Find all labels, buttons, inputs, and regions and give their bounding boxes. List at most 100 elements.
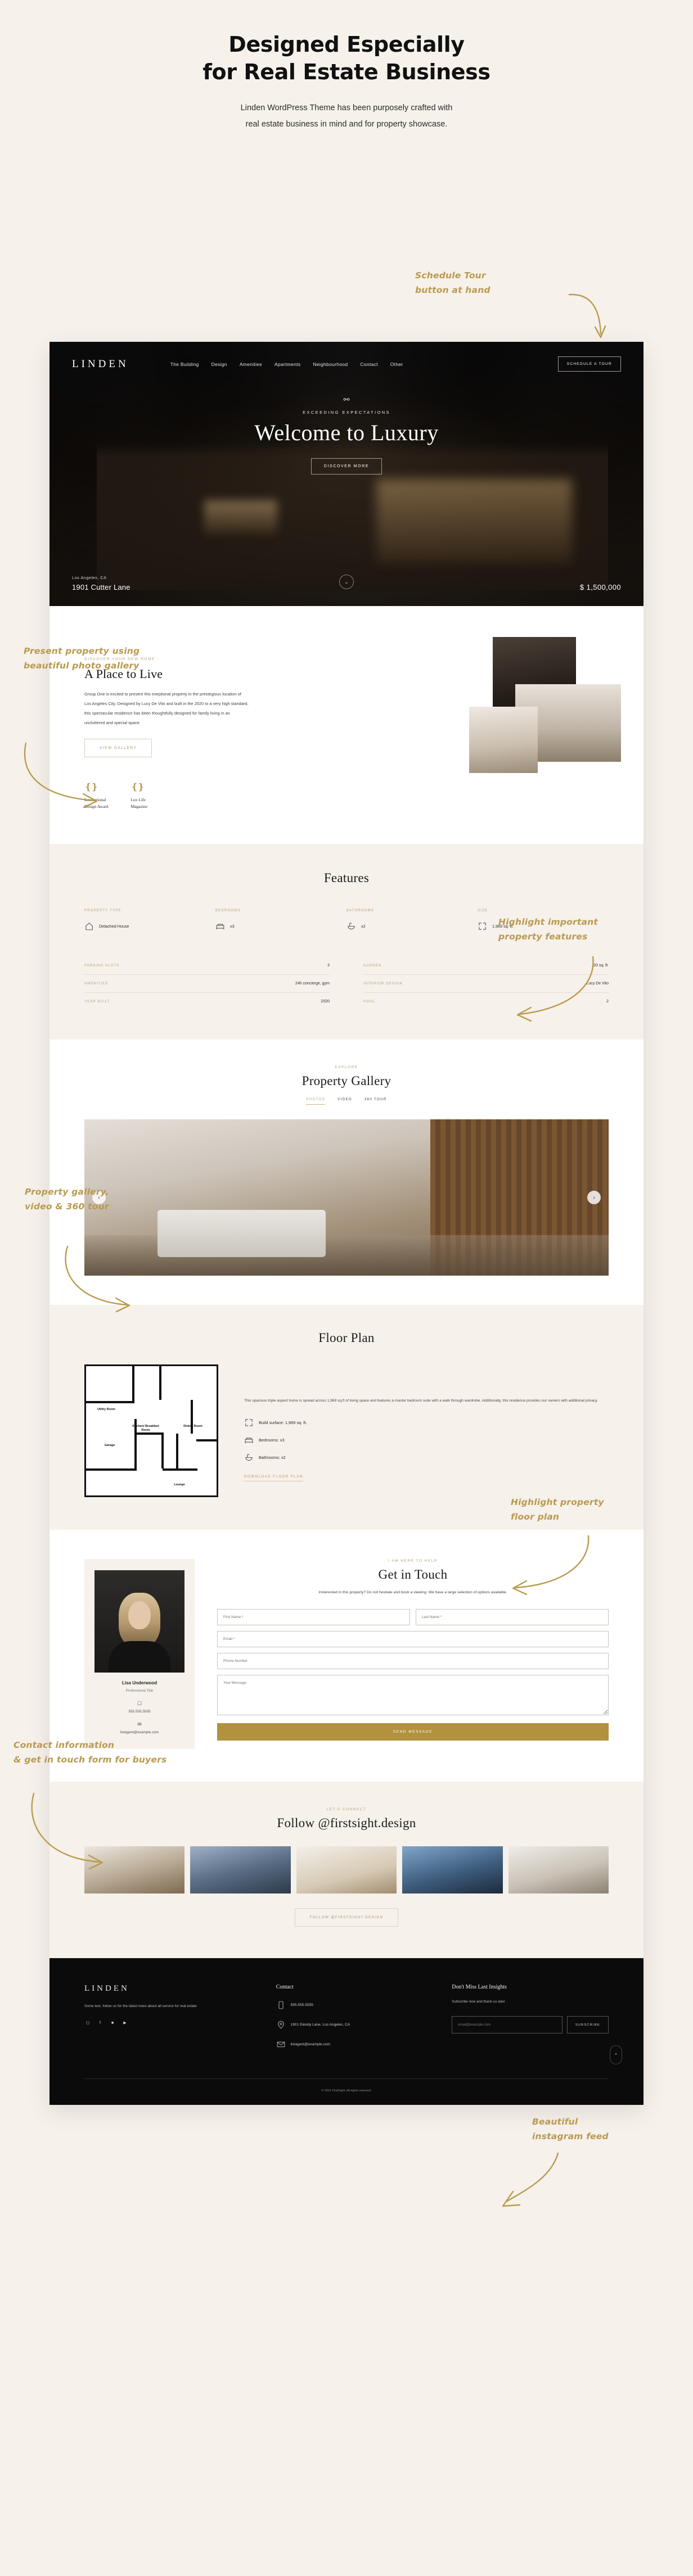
site-logo[interactable]: LINDEN bbox=[72, 358, 129, 370]
features-title: Features bbox=[323, 871, 370, 885]
key-icon: ⚯ bbox=[343, 395, 350, 404]
nav-item-design[interactable]: Design bbox=[212, 361, 227, 367]
floor-plan-title: Floor Plan bbox=[318, 1331, 375, 1345]
feature-label: BEDROOMS bbox=[215, 909, 241, 913]
scroll-down-button[interactable]: ⌄ bbox=[339, 575, 354, 589]
instagram-tile[interactable] bbox=[84, 1846, 185, 1894]
spec-row: POOL 2 bbox=[363, 993, 609, 1010]
newsletter-email-input[interactable] bbox=[452, 2016, 562, 2034]
nav-item-other[interactable]: Other bbox=[390, 361, 403, 367]
footer-newsletter-column: Don't Miss Last Insights Subscribe now a… bbox=[452, 1984, 609, 2049]
feature-label: PROPERTY TYPE bbox=[84, 909, 122, 913]
nav-item-neighbourhood[interactable]: Neighbourhood bbox=[313, 361, 348, 367]
annotation-schedule-tour: Schedule Tour button at hand bbox=[415, 270, 490, 295]
footer-phone-row: 555.555.5555 bbox=[276, 2000, 433, 2010]
nav-item-apartments[interactable]: Apartments bbox=[274, 361, 300, 367]
instagram-feed bbox=[84, 1846, 609, 1894]
contact-title: Get in Touch bbox=[378, 1567, 448, 1582]
subscribe-button[interactable]: SUBSCRIBE bbox=[566, 2016, 609, 2034]
award-name: International Design Award bbox=[84, 797, 109, 810]
agent-card: Lisa Underwood Professional Title ☐ 555.… bbox=[84, 1559, 195, 1750]
tab-360-tour[interactable]: 360 TOUR bbox=[364, 1097, 387, 1105]
nav-item-the-building[interactable]: The Building bbox=[170, 361, 199, 367]
floor-plan-stat-text: Build surface: 1,969 sq. ft. bbox=[259, 1420, 307, 1425]
nav-item-amenities[interactable]: Amenities bbox=[240, 361, 262, 367]
spec-key: AMENITIES bbox=[84, 982, 109, 986]
chevron-down-icon: ⌄ bbox=[344, 579, 349, 585]
send-message-button[interactable]: SEND MESSAGE bbox=[217, 1723, 609, 1741]
footer-logo[interactable]: LINDEN bbox=[84, 1984, 257, 1994]
collage-photo-interior[interactable] bbox=[469, 707, 538, 773]
instagram-icon[interactable]: ◻ bbox=[84, 2019, 91, 2026]
footer-email[interactable]: listagent@example.com bbox=[291, 2042, 330, 2046]
feature-value: x3 bbox=[230, 924, 235, 929]
page-title-line-2: for Real Estate Business bbox=[202, 59, 490, 84]
footer-address-row: 1901 Elendy Lane. Los Angeles, CA bbox=[276, 2020, 433, 2030]
spec-value: Lucy De Vito bbox=[586, 982, 609, 986]
schedule-tour-button[interactable]: SCHEDULE A TOUR bbox=[557, 356, 621, 372]
email-field[interactable] bbox=[217, 1631, 609, 1648]
laurel-icon: ❴❵ bbox=[130, 783, 145, 793]
instagram-tile[interactable] bbox=[296, 1846, 397, 1894]
expand-icon bbox=[479, 923, 486, 930]
back-to-top-button[interactable]: ^ bbox=[610, 2045, 622, 2065]
instagram-tile[interactable] bbox=[190, 1846, 291, 1894]
last-name-field[interactable] bbox=[416, 1609, 609, 1626]
agent-email[interactable]: listagent@example.com bbox=[94, 1730, 184, 1734]
footer-address: 1901 Elendy Lane. Los Angeles, CA bbox=[290, 2023, 350, 2027]
message-field[interactable] bbox=[217, 1675, 609, 1716]
feature-card-bedrooms: BEDROOMS x3 bbox=[215, 909, 346, 931]
footer-email-row: listagent@example.com bbox=[276, 2040, 433, 2049]
bath-icon bbox=[348, 923, 355, 930]
website-mockup: LINDEN The Building Design Amenities Apa… bbox=[50, 342, 644, 2105]
contact-form: SEND MESSAGE bbox=[217, 1609, 609, 1741]
site-footer: LINDEN Some text, follow us for the late… bbox=[50, 1958, 644, 2105]
discover-more-button[interactable]: DISCOVER MORE bbox=[310, 458, 382, 474]
download-floor-plan-link[interactable]: DOWNLOAD FLOOR PLAN bbox=[244, 1475, 303, 1481]
chevron-right-icon: › bbox=[593, 1194, 595, 1201]
tab-video[interactable]: VIDEO bbox=[338, 1097, 352, 1105]
room-label-lounge: Lounge bbox=[174, 1483, 185, 1487]
follow-instagram-button[interactable]: FOLLOW @FIRSTSIGHT.DESIGN bbox=[294, 1908, 399, 1927]
facebook-icon[interactable]: f bbox=[97, 2019, 104, 2026]
instagram-title: Follow @firstsight.design bbox=[277, 1816, 416, 1831]
annotation-instagram: Beautiful instagram feed bbox=[532, 2117, 609, 2141]
youtube-icon[interactable]: ▶ bbox=[122, 2019, 128, 2026]
spec-key: PARKING SLOTS bbox=[84, 964, 120, 968]
hero-content: ⚯ EXCEEDING EXPECTATIONS Welcome to Luxu… bbox=[50, 395, 644, 474]
tab-photos[interactable]: PHOTOS bbox=[306, 1097, 326, 1105]
instagram-eyebrow: LET'S CONNECT bbox=[326, 1807, 367, 1812]
annotation-photo-gallery: Present property using beautiful photo g… bbox=[24, 646, 140, 671]
gallery-next-button[interactable]: › bbox=[587, 1191, 601, 1205]
house-icon bbox=[86, 923, 93, 930]
agent-name: Lisa Underwood bbox=[122, 1680, 158, 1686]
gallery-slider[interactable]: ‹ › bbox=[84, 1119, 609, 1276]
page-title-line-1: Designed Especially bbox=[228, 32, 465, 57]
spec-value: 2 bbox=[327, 964, 330, 968]
first-name-field[interactable] bbox=[217, 1609, 410, 1626]
agent-photo bbox=[94, 1570, 184, 1673]
agent-body bbox=[109, 1641, 170, 1673]
floor-plan-drawing[interactable]: Utility Room Kitchen/ Breakfast Room Din… bbox=[84, 1364, 218, 1498]
linkedin-icon[interactable]: ■ bbox=[109, 2019, 116, 2026]
footer-about-column: LINDEN Some text, follow us for the late… bbox=[84, 1984, 257, 2049]
spec-value: 2 bbox=[606, 1000, 609, 1004]
hero-price: $ 1,500,000 bbox=[579, 583, 621, 591]
instagram-tile[interactable] bbox=[508, 1846, 609, 1894]
spec-key: GARDEN bbox=[363, 964, 382, 968]
footer-newsletter-heading: Don't Miss Last Insights bbox=[452, 1984, 507, 1991]
instagram-tile[interactable] bbox=[402, 1846, 503, 1894]
phone-field[interactable] bbox=[217, 1653, 609, 1670]
footer-phone[interactable]: 555.555.5555 bbox=[291, 2003, 313, 2007]
promo-page: Designed Especially for Real Estate Busi… bbox=[0, 0, 693, 2576]
spec-row: AMENITIES 24h concierge, gym bbox=[84, 975, 330, 993]
view-gallery-button[interactable]: VIEW GALLERY bbox=[84, 739, 152, 758]
agent-phone[interactable]: 555.555.5555 bbox=[94, 1710, 184, 1714]
feature-card-property-type: PROPERTY TYPE Detached House bbox=[84, 909, 215, 931]
spec-value: 24h concierge, gym bbox=[295, 982, 330, 986]
footer-contact-heading: Contact bbox=[276, 1984, 294, 1991]
awards-list: ❴❵ International Design Award ❴❵ Lux Lif… bbox=[84, 783, 249, 810]
award-name: Lux Life Magazine bbox=[130, 797, 148, 810]
page-subtitle-line-1: Linden WordPress Theme has been purposel… bbox=[240, 103, 453, 113]
nav-item-contact[interactable]: Contact bbox=[360, 361, 377, 367]
